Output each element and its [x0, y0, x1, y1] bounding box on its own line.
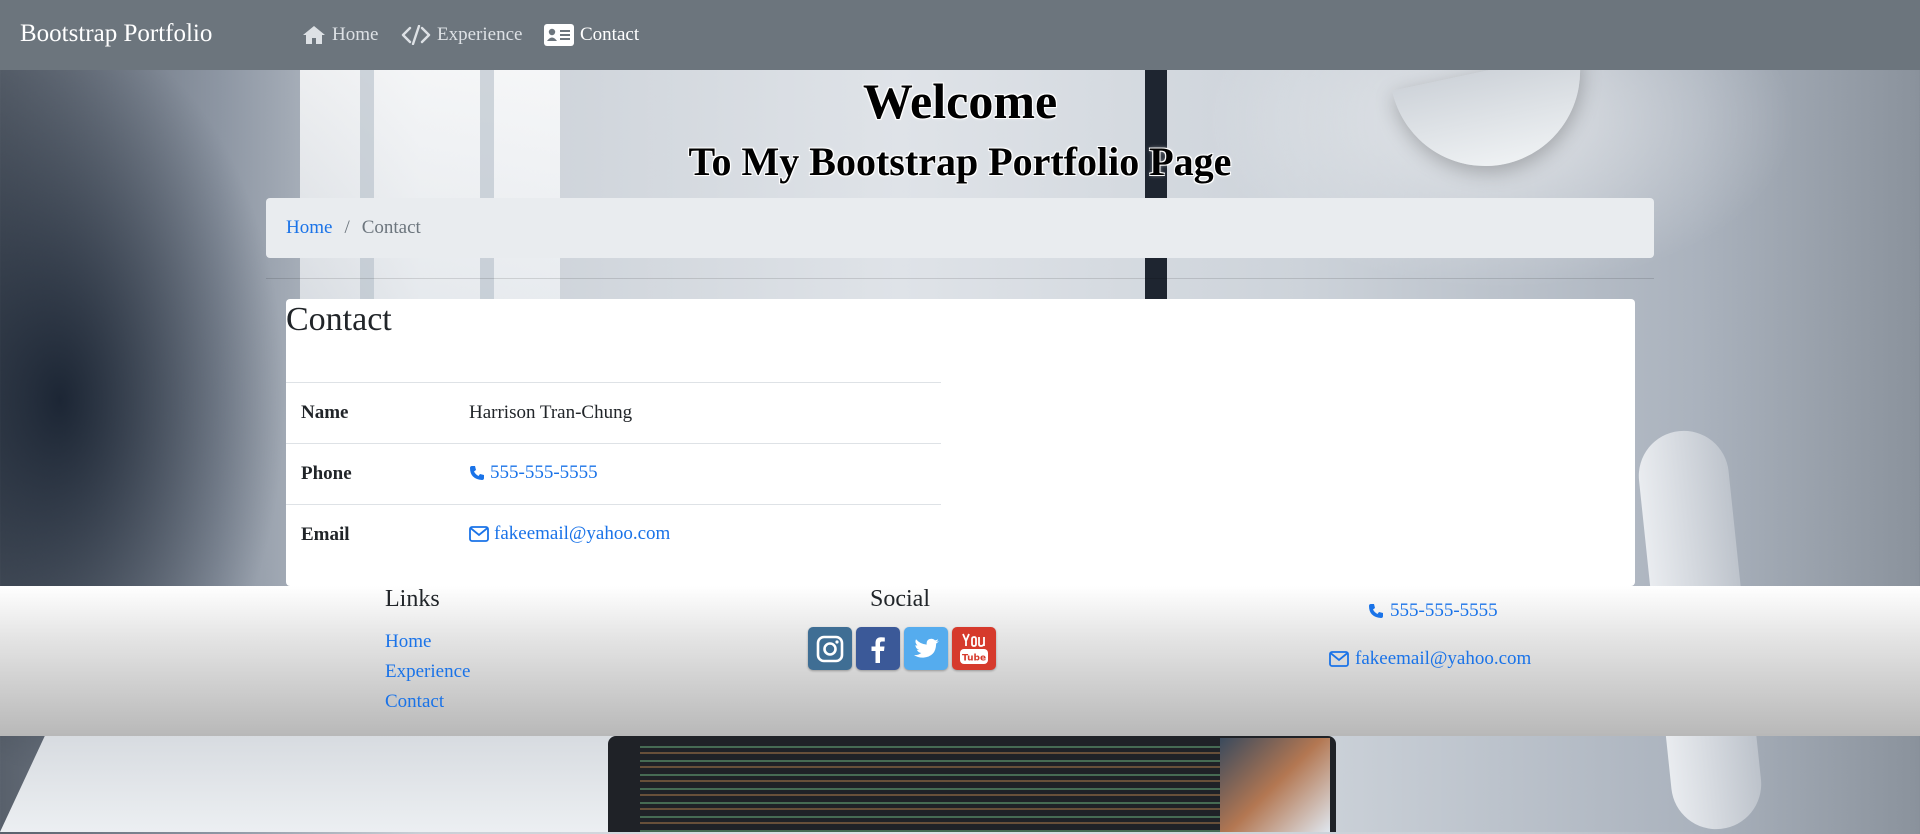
code-icon	[401, 25, 431, 45]
contact-title: Contact	[286, 301, 392, 338]
phone-cell: 555-555-5555	[454, 443, 941, 505]
nav-link-contact[interactable]: Contact	[544, 24, 639, 46]
name-label: Name	[286, 382, 454, 444]
twitter-icon	[914, 638, 939, 658]
phone-value: 555-555-5555	[490, 461, 598, 483]
footer-link-home[interactable]: Home	[385, 631, 431, 653]
table-row: Email fakeemail@yahoo.com	[286, 504, 941, 566]
youtube-button[interactable]: Tube	[952, 627, 996, 670]
footer-email: fakeemail@yahoo.com	[1355, 648, 1532, 669]
breadcrumb-separator: /	[344, 217, 350, 238]
svg-text:Tube: Tube	[962, 653, 986, 663]
nav-link-home-label: Home	[332, 24, 379, 45]
nav-link-experience-label: Experience	[437, 24, 523, 45]
phone-label: Phone	[286, 443, 454, 505]
hero-title: Welcome	[862, 73, 1058, 129]
contact-table: Name Harrison Tran-Chung Phone 555-555-5…	[286, 382, 941, 566]
phone-icon	[470, 465, 484, 480]
breadcrumb-current: Contact	[361, 217, 421, 238]
name-value: Harrison Tran-Chung	[454, 382, 941, 444]
hero-subtitle: To My Bootstrap Portfolio Page	[688, 139, 1232, 184]
footer-links-heading: Links	[385, 586, 440, 612]
id-card-icon	[544, 24, 574, 46]
breadcrumb-home[interactable]: Home	[286, 217, 332, 239]
email-link[interactable]: fakeemail@yahoo.com	[469, 523, 670, 545]
footer-email-link[interactable]: fakeemail@yahoo.com	[1329, 648, 1531, 670]
footer-link-experience[interactable]: Experience	[385, 661, 470, 683]
email-cell: fakeemail@yahoo.com	[454, 504, 941, 566]
phone-link[interactable]: 555-555-5555	[469, 462, 598, 484]
footer-phone-link[interactable]: 555-555-5555	[1368, 600, 1498, 622]
twitter-button[interactable]	[904, 627, 948, 670]
youtube-icon: Tube	[960, 633, 988, 664]
breadcrumb: Home / Contact	[266, 198, 1654, 258]
email-value: fakeemail@yahoo.com	[494, 522, 671, 544]
envelope-icon	[1329, 651, 1349, 667]
navbar-brand[interactable]: Bootstrap Portfolio	[20, 20, 212, 48]
home-icon	[303, 26, 325, 44]
facebook-button[interactable]	[856, 627, 900, 670]
social-buttons: Tube	[808, 627, 996, 670]
footer-phone: 555-555-5555	[1390, 600, 1498, 621]
envelope-icon	[469, 525, 489, 542]
table-row: Phone 555-555-5555	[286, 443, 941, 505]
navbar: Bootstrap Portfolio Home Experience Cont…	[0, 0, 1920, 70]
background-code-screen	[640, 740, 1240, 832]
nav-link-experience[interactable]: Experience	[401, 24, 522, 46]
email-label: Email	[286, 504, 454, 566]
footer-link-contact[interactable]: Contact	[385, 691, 444, 713]
footer-social-heading: Social	[870, 586, 930, 612]
nav-link-home[interactable]: Home	[302, 24, 378, 46]
background-photo	[1220, 738, 1330, 832]
contact-card: Contact Name Harrison Tran-Chung Phone 5…	[286, 299, 1635, 586]
facebook-icon	[871, 636, 885, 663]
instagram-icon	[816, 635, 844, 662]
instagram-button[interactable]	[808, 627, 852, 670]
background-keyboard	[0, 735, 686, 832]
table-row: Name Harrison Tran-Chung	[286, 382, 941, 444]
nav-link-contact-label: Contact	[580, 24, 640, 45]
divider	[266, 278, 1654, 279]
footer: Links Home Experience Contact Social Tub…	[0, 586, 1920, 736]
phone-icon	[1369, 604, 1383, 618]
